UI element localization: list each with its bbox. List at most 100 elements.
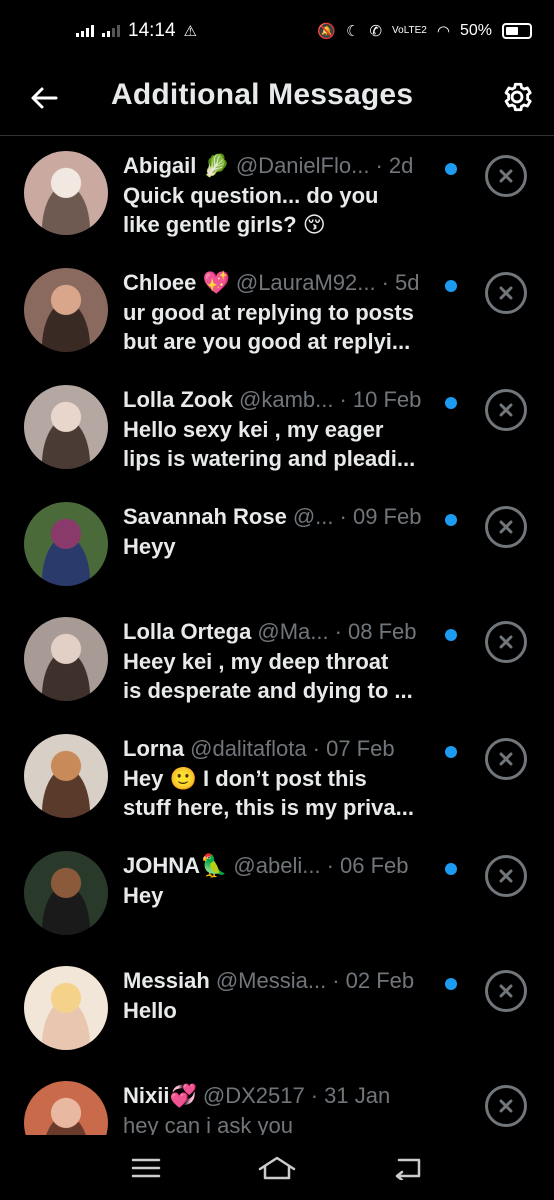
status-bar: 14:14 ⚠ 🔕 ☾ ✆ VoLTE2 ◠ 50% (0, 0, 554, 62)
volte-indicator: VoLTE2 (392, 25, 427, 36)
message-info: JOHNA🦜 @abeli... · 06 Feb Hey (123, 851, 463, 910)
unread-dot (445, 280, 457, 292)
unread-dot (445, 514, 457, 526)
dismiss-button[interactable] (485, 389, 527, 431)
avatar[interactable] (24, 1081, 108, 1135)
menu-icon (131, 1158, 160, 1178)
sender-handle: @LauraM92... (235, 270, 376, 295)
sender-handle: @Ma... (257, 619, 329, 644)
message-info: Messiah @Messia... · 02 Feb Hello (123, 966, 463, 1025)
message-info: Nixii💞 @DX2517 · 31 Jan hey can i ask you (123, 1081, 463, 1135)
dismiss-button[interactable] (485, 506, 527, 548)
message-row[interactable]: JOHNA🦜 @abeli... · 06 Feb Hey (0, 837, 554, 953)
message-time: · 10 Feb (339, 387, 422, 412)
message-info: Lolla Ortega @Ma... · 08 Feb Heey kei , my … (123, 617, 463, 705)
message-info: Savannah Rose @... · 09 Feb Heyy (123, 502, 463, 561)
sender-name: Messiah (123, 968, 210, 993)
message-preview: Hey 🙂 I don’t post this (123, 766, 367, 791)
unread-dot (445, 978, 457, 990)
unread-dot (445, 863, 457, 875)
avatar[interactable] (24, 268, 108, 352)
home-icon (258, 1156, 296, 1180)
moon-icon: ☾ (346, 23, 360, 40)
message-row[interactable]: Lolla Ortega @Ma... · 08 Feb Heey kei , my … (0, 603, 554, 719)
wifi-icon: ◠ (436, 23, 450, 40)
message-header-line: JOHNA🦜 @abeli... · 06 Feb (123, 851, 463, 881)
message-row[interactable]: Savannah Rose @... · 09 Feb Heyy (0, 488, 554, 604)
message-header-line: Lorna @dalitaflota · 07 Feb (123, 734, 463, 764)
message-row[interactable]: Abigail 🥬 @DanielFlo... · 2d Quick question… (0, 137, 554, 253)
status-left: 14:14 ⚠ (76, 20, 197, 42)
close-icon (499, 635, 513, 649)
battery-percent: 50% (459, 22, 492, 39)
message-header-line: Savannah Rose @... · 09 Feb (123, 502, 463, 532)
message-row[interactable]: Chloee 💖 @LauraM92... · 5d ur good at reply… (0, 254, 554, 370)
message-row[interactable]: Messiah @Messia... · 02 Feb Hello (0, 952, 554, 1068)
message-row[interactable]: Lolla Zook @kamb... · 10 Feb Hello sexy kei… (0, 371, 554, 487)
message-preview: lips is watering and pleadi... (123, 446, 416, 471)
message-preview: Quick question... do you (123, 183, 379, 208)
message-time: · 5d (381, 270, 420, 295)
message-header-line: Messiah @Messia... · 02 Feb (123, 966, 463, 996)
message-info: Lorna @dalitaflota · 07 Feb Hey 🙂 I don’t p… (123, 734, 463, 822)
close-icon (499, 1099, 513, 1113)
nav-back-button[interactable] (384, 1148, 432, 1188)
dismiss-button[interactable] (485, 155, 527, 197)
nav-menu-button[interactable] (122, 1148, 170, 1188)
avatar[interactable] (24, 966, 108, 1050)
call-icon: ✆ (369, 23, 383, 40)
message-row[interactable]: Lorna @dalitaflota · 07 Feb Hey 🙂 I don’t p… (0, 720, 554, 836)
close-icon (499, 286, 513, 300)
message-preview: Hey (123, 883, 164, 908)
message-preview: hey can i ask you (123, 1113, 293, 1135)
sender-name: Nixii💞 (123, 1083, 197, 1108)
back-button[interactable] (26, 80, 62, 116)
sender-name: Lorna (123, 736, 185, 761)
message-header-line: Abigail 🥬 @DanielFlo... · 2d (123, 151, 463, 181)
close-icon (499, 403, 513, 417)
avatar[interactable] (24, 385, 108, 469)
dismiss-button[interactable] (485, 970, 527, 1012)
nav-home-button[interactable] (253, 1148, 301, 1188)
back-icon (396, 1158, 421, 1180)
sender-name: Chloee 💖 (123, 270, 230, 295)
close-icon (499, 752, 513, 766)
message-info: Abigail 🥬 @DanielFlo... · 2d Quick question… (123, 151, 463, 239)
sender-name: Savannah Rose (123, 504, 287, 529)
clock: 14:14 (128, 20, 176, 41)
sender-name: Lolla Zook (123, 387, 233, 412)
sender-handle: @DanielFlo... (235, 153, 370, 178)
message-row[interactable]: Nixii💞 @DX2517 · 31 Jan hey can i ask you (0, 1067, 554, 1135)
header: Additional Messages (0, 62, 554, 136)
message-preview: but are you good at replyi... (123, 329, 411, 354)
signal-2-icon (102, 25, 120, 37)
message-list: Abigail 🥬 @DanielFlo... · 2d Quick question… (0, 137, 554, 1135)
arrow-left-icon (31, 87, 58, 109)
message-preview: Heey kei , my deep throat (123, 649, 389, 674)
avatar[interactable] (24, 851, 108, 935)
unread-dot (445, 397, 457, 409)
close-icon (499, 869, 513, 883)
avatar[interactable] (24, 617, 108, 701)
avatar[interactable] (24, 734, 108, 818)
unread-dot (445, 746, 457, 758)
message-info: Lolla Zook @kamb... · 10 Feb Hello sexy kei… (123, 385, 463, 473)
dismiss-button[interactable] (485, 1085, 527, 1127)
message-preview: Heyy (123, 534, 176, 559)
settings-button[interactable] (498, 78, 536, 116)
dismiss-button[interactable] (485, 738, 527, 780)
mute-icon: 🔕 (317, 23, 336, 40)
close-icon (499, 169, 513, 183)
message-info: Chloee 💖 @LauraM92... · 5d ur good at reply… (123, 268, 463, 356)
dismiss-button[interactable] (485, 621, 527, 663)
unread-dot (445, 629, 457, 641)
sender-handle: @dalitaflota (190, 736, 307, 761)
message-preview: Hello (123, 998, 177, 1023)
message-time: · 02 Feb (332, 968, 415, 993)
avatar[interactable] (24, 502, 108, 586)
close-icon (499, 520, 513, 534)
dismiss-button[interactable] (485, 855, 527, 897)
avatar[interactable] (24, 151, 108, 235)
gear-icon (504, 82, 532, 112)
dismiss-button[interactable] (485, 272, 527, 314)
